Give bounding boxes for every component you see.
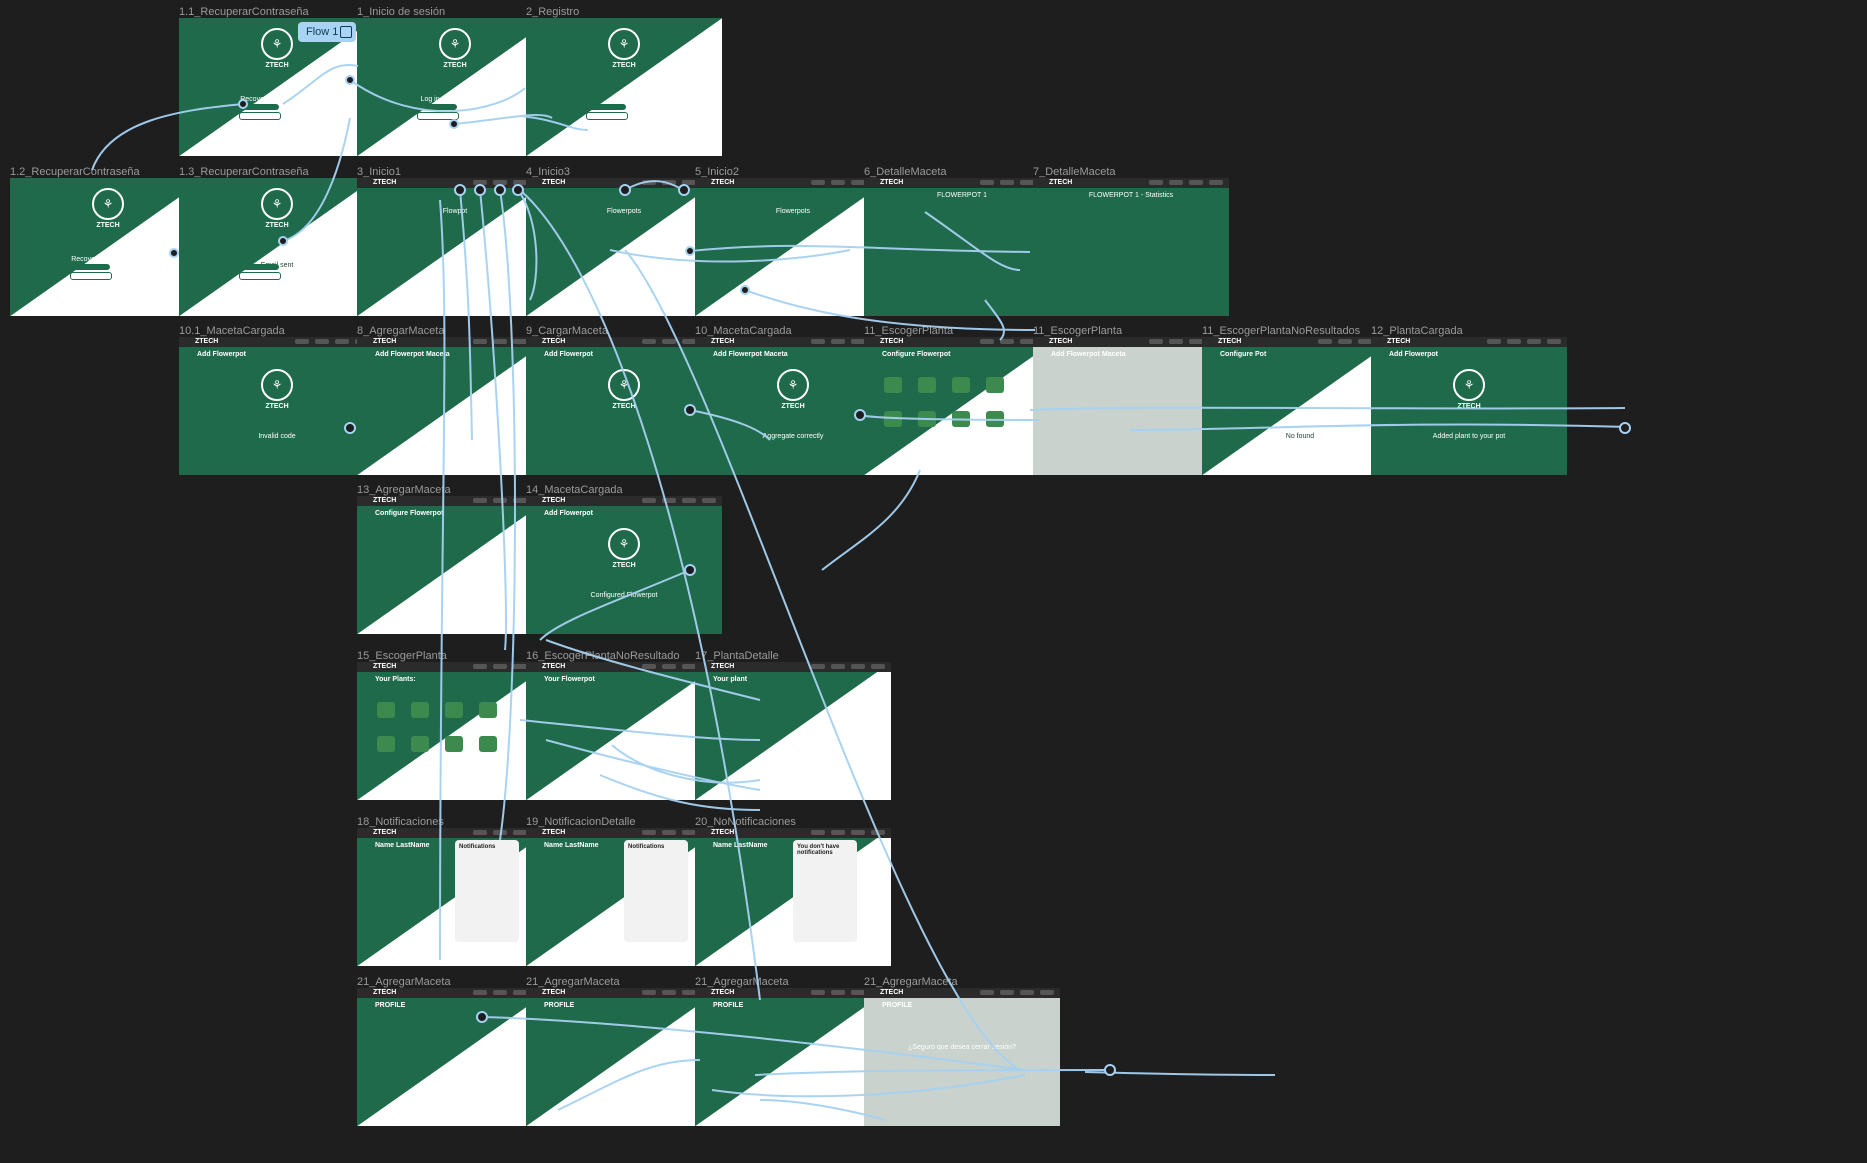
prototype-connections [91, 63, 1631, 1121]
